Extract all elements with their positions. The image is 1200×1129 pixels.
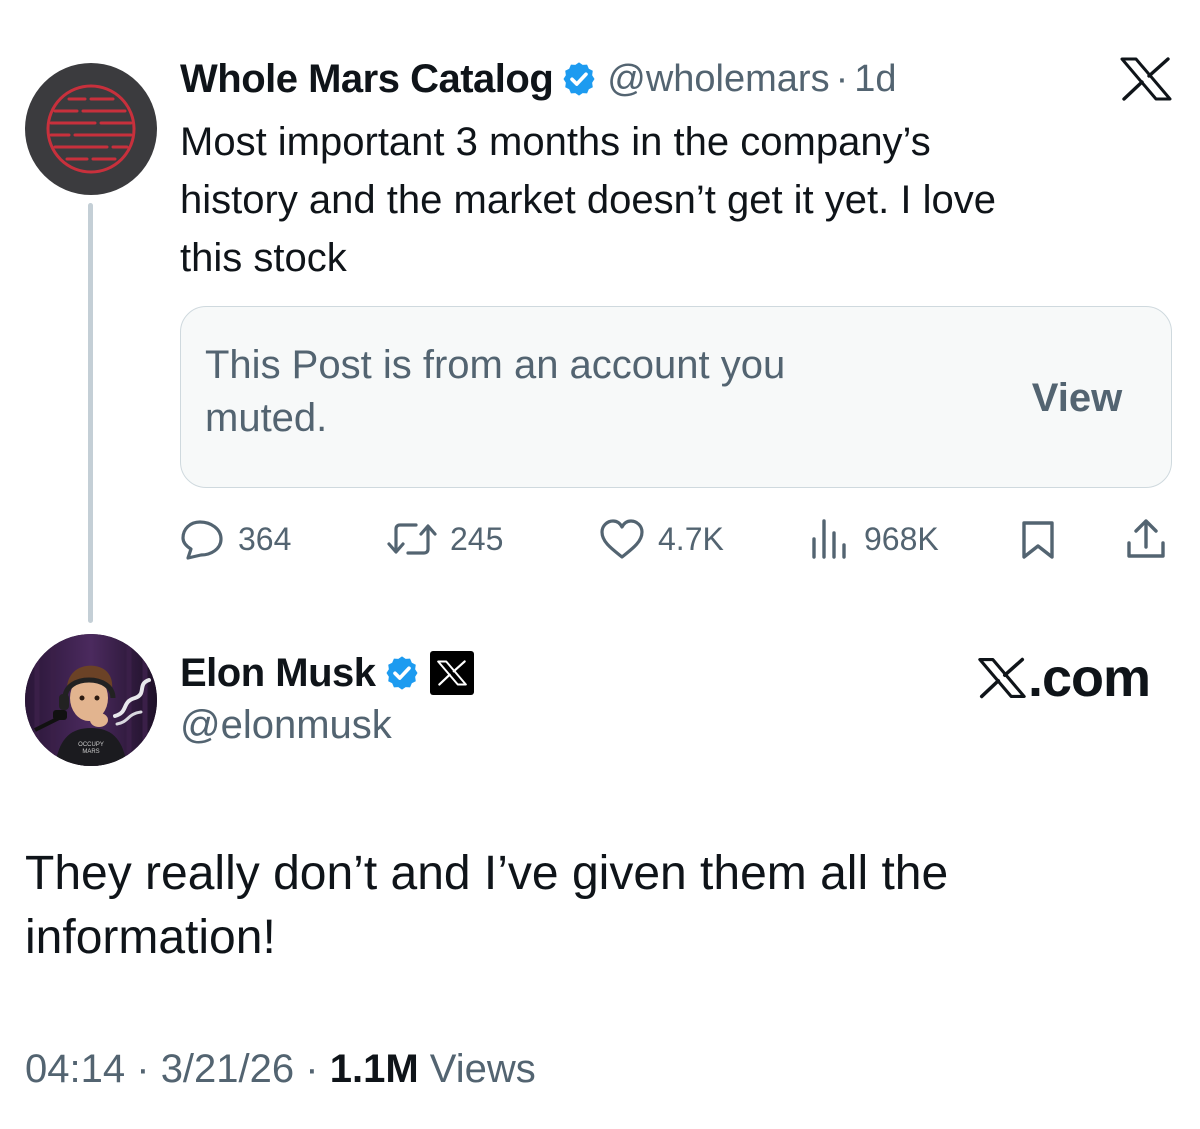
- views-label: Views: [429, 1047, 536, 1091]
- author-name[interactable]: Whole Mars Catalog: [180, 57, 554, 102]
- reply-text: They really don’t and I’ve given them al…: [25, 842, 1125, 970]
- x-logo-icon: [436, 660, 467, 686]
- post-header: Whole Mars Catalog @wholemars · 1d: [180, 55, 897, 103]
- post-time[interactable]: 04:14: [25, 1047, 125, 1091]
- profile-photo: OCCUPY MARS: [25, 634, 157, 766]
- shirt-text: MARS: [82, 749, 99, 755]
- post-text-line: Most important 3 months in the company’s: [180, 120, 931, 164]
- x-com-watermark: .com: [978, 647, 1151, 709]
- separator: ·: [835, 57, 849, 100]
- reply-count: 364: [238, 520, 292, 557]
- x-affiliate-badge-icon[interactable]: [429, 651, 474, 695]
- post-meta: 04:14 · 3/21/26 · 1.1M Views: [25, 1047, 536, 1092]
- x-com-text: .com: [1028, 648, 1151, 708]
- share-icon: [1127, 519, 1165, 558]
- separator: ·: [305, 1047, 319, 1091]
- reply-text-line: information!: [25, 911, 276, 964]
- author-handle[interactable]: @elonmusk: [180, 703, 392, 748]
- like-count: 4.7K: [658, 520, 724, 557]
- author-handle[interactable]: @wholemars: [607, 58, 829, 101]
- muted-notice-line: muted.: [205, 396, 328, 440]
- separator: ·: [136, 1047, 150, 1091]
- muted-notice-line: This Post is from an account you: [205, 343, 786, 387]
- avatar-elonmusk[interactable]: OCCUPY MARS: [25, 634, 157, 766]
- repost-count: 245: [450, 520, 504, 557]
- analytics-icon: [812, 519, 846, 559]
- reply-text-line: They really don’t and I’ve given them al…: [25, 847, 949, 900]
- reply-button[interactable]: 364: [180, 517, 291, 561]
- planet-logo-icon: [46, 84, 136, 174]
- x-logo-icon: [978, 657, 1026, 699]
- muted-notice: This Post is from an account you muted.: [205, 339, 905, 445]
- shirt-text: OCCUPY: [78, 742, 104, 748]
- reply-icon: [181, 520, 223, 560]
- share-button[interactable]: [1124, 517, 1168, 561]
- post-text-line: this stock: [180, 236, 347, 280]
- repost-icon: [387, 523, 437, 555]
- bookmark-icon: [1022, 521, 1054, 559]
- post-date[interactable]: 3/21/26: [161, 1047, 294, 1091]
- x-logo-icon: [1120, 57, 1172, 101]
- views-button[interactable]: 968K: [808, 517, 939, 561]
- bookmark-button[interactable]: [1018, 517, 1058, 561]
- post-text: Most important 3 months in the company’s…: [180, 113, 1140, 287]
- author-name[interactable]: Elon Musk: [180, 651, 376, 696]
- repost-button[interactable]: 245: [386, 517, 503, 561]
- like-button[interactable]: 4.7K: [598, 517, 724, 561]
- view-count: 968K: [864, 520, 939, 557]
- post-text-line: history and the market doesn’t get it ye…: [180, 178, 996, 222]
- views-count[interactable]: 1.1M: [330, 1047, 419, 1091]
- reply-header: Elon Musk: [180, 647, 474, 699]
- avatar-wholemars[interactable]: [25, 63, 157, 195]
- timestamp[interactable]: 1d: [854, 58, 896, 101]
- thread-line: [88, 203, 93, 623]
- view-muted-post-button[interactable]: View: [1012, 372, 1142, 424]
- verified-badge-icon: [386, 656, 418, 690]
- heart-icon: [600, 519, 644, 559]
- verified-badge-icon: [563, 62, 595, 96]
